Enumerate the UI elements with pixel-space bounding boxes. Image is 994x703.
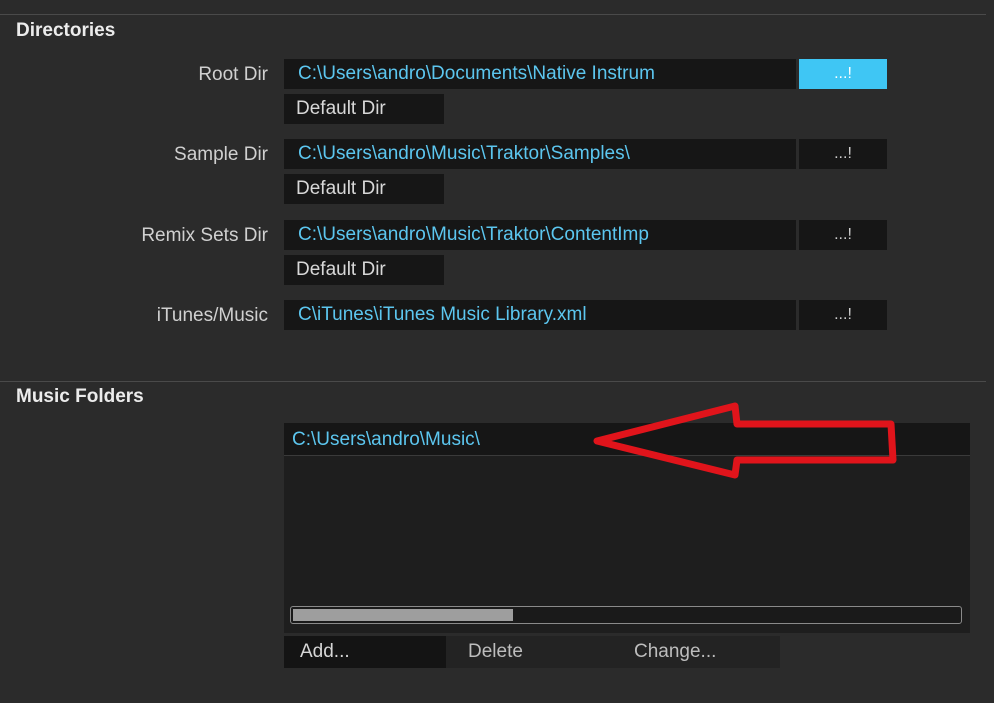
sample-dir-default-button[interactable]: Default Dir — [284, 174, 444, 204]
top-divider — [0, 14, 986, 15]
sample-dir-browse-button[interactable]: ...! — [799, 139, 887, 169]
music-folders-horizontal-scrollbar[interactable] — [290, 606, 962, 624]
remix-sets-dir-browse-button[interactable]: ...! — [799, 220, 887, 250]
change-folder-button[interactable]: Change... — [616, 636, 780, 668]
sample-dir-path-field[interactable]: C:\Users\andro\Music\Traktor\Samples\ — [284, 139, 796, 169]
remix-sets-dir-path-field[interactable]: C:\Users\andro\Music\Traktor\ContentImp — [284, 220, 796, 250]
root-dir-browse-button[interactable]: ...! — [799, 59, 887, 89]
add-folder-button[interactable]: Add... — [284, 636, 446, 668]
root-dir-path-field[interactable]: C:\Users\andro\Documents\Native Instrum — [284, 59, 796, 89]
remix-sets-dir-label: Remix Sets Dir — [141, 225, 268, 246]
itunes-music-label: iTunes/Music — [156, 305, 268, 326]
music-folders-section-title: Music Folders — [16, 386, 144, 407]
sample-dir-label: Sample Dir — [174, 144, 268, 165]
itunes-music-path-field[interactable]: C\iTunes\iTunes Music Library.xml — [284, 300, 796, 330]
remix-sets-dir-default-button[interactable]: Default Dir — [284, 255, 444, 285]
red-arrow-annotation-icon — [593, 402, 897, 479]
directories-section-title: Directories — [16, 20, 116, 41]
delete-folder-button[interactable]: Delete — [446, 636, 616, 668]
root-dir-default-button[interactable]: Default Dir — [284, 94, 444, 124]
scrollbar-thumb[interactable] — [293, 609, 513, 621]
itunes-music-browse-button[interactable]: ...! — [799, 300, 887, 330]
section-divider — [0, 381, 986, 382]
root-dir-label: Root Dir — [198, 64, 268, 85]
